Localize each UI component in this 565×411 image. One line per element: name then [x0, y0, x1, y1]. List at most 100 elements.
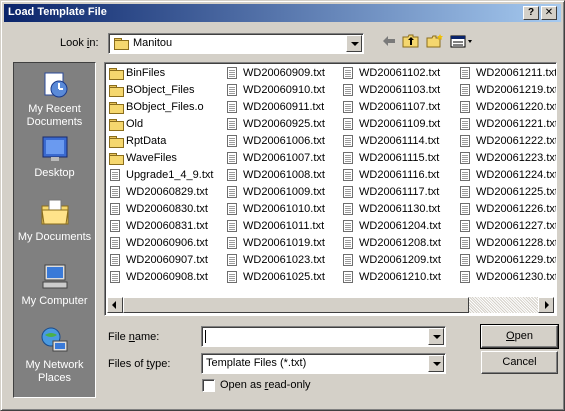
- list-item[interactable]: WD20060909.txt: [225, 65, 343, 82]
- list-item[interactable]: WD20061114.txt: [341, 133, 459, 150]
- list-item[interactable]: WD20061210.txt: [341, 269, 459, 286]
- file-name: WD20061210.txt: [359, 271, 441, 283]
- list-item[interactable]: WD20060911.txt: [225, 99, 343, 116]
- list-item[interactable]: WD20061222.txt: [458, 133, 556, 150]
- list-item[interactable]: BObject_Files: [108, 82, 226, 99]
- back-icon[interactable]: [379, 34, 399, 52]
- list-item[interactable]: WD20061023.txt: [225, 252, 343, 269]
- list-item[interactable]: WD20061226.txt: [458, 201, 556, 218]
- list-item[interactable]: WD20061209.txt: [341, 252, 459, 269]
- list-item[interactable]: WD20061019.txt: [225, 235, 343, 252]
- list-item[interactable]: WD20061230.txt: [458, 269, 557, 286]
- place-my-network-places[interactable]: My Network Places: [14, 325, 95, 385]
- list-item[interactable]: WD20060907.txt: [108, 252, 226, 269]
- list-item[interactable]: WD20060910.txt: [225, 82, 343, 99]
- list-item[interactable]: WD20061007.txt: [225, 150, 343, 167]
- scroll-left-button[interactable]: [107, 297, 123, 313]
- places-bar: My Recent Documents Desktop My Documents: [13, 62, 96, 398]
- file-name-combobox[interactable]: [201, 326, 446, 347]
- close-button[interactable]: ✕: [541, 6, 557, 20]
- scroll-right-button[interactable]: [538, 297, 554, 313]
- file-list[interactable]: BinFiles BObject_Files BObject_Files.o Old R…: [104, 62, 557, 316]
- view-menu-icon[interactable]: [449, 34, 475, 52]
- list-item[interactable]: WD20061225.txt: [458, 184, 556, 201]
- file-name: BinFiles: [126, 67, 166, 79]
- list-item[interactable]: WD20061025.txt: [225, 269, 343, 286]
- place-my-documents[interactable]: My Documents: [14, 197, 95, 244]
- file-name: WD20061009.txt: [243, 186, 325, 198]
- list-item[interactable]: WD20060829.txt: [108, 184, 226, 201]
- list-item[interactable]: WD20061221.txt: [458, 116, 556, 133]
- file-name: WD20061115.txt: [359, 152, 440, 164]
- folder-icon: [114, 38, 129, 50]
- list-item[interactable]: WD20061006.txt: [225, 133, 343, 150]
- place-my-recent-documents[interactable]: My Recent Documents: [14, 69, 95, 129]
- list-item[interactable]: WD20061102.txt: [341, 65, 459, 82]
- list-item[interactable]: WD20060830.txt: [108, 201, 226, 218]
- list-item[interactable]: WD20060831.txt: [108, 218, 226, 235]
- list-item[interactable]: WD20060906.txt: [108, 235, 226, 252]
- list-item[interactable]: WD20061116.txt: [341, 167, 459, 184]
- list-item[interactable]: RptData: [108, 133, 226, 150]
- up-one-level-icon[interactable]: [401, 34, 421, 52]
- files-of-type-combobox[interactable]: Template Files (*.txt): [201, 353, 446, 374]
- list-item[interactable]: WD20061227.txt: [458, 218, 557, 235]
- list-item[interactable]: WD20061204.txt: [341, 218, 459, 235]
- scroll-thumb[interactable]: [123, 297, 469, 313]
- list-item[interactable]: WD20061223.txt: [458, 150, 556, 167]
- list-item[interactable]: WD20061107.txt: [341, 99, 459, 116]
- text-file-icon: [110, 271, 120, 283]
- text-file-icon: [460, 152, 470, 164]
- cancel-button[interactable]: Cancel: [481, 351, 558, 374]
- list-item[interactable]: WD20061115.txt: [341, 150, 459, 167]
- place-desktop[interactable]: Desktop: [14, 133, 95, 180]
- file-name: WD20061227.txt: [476, 220, 557, 232]
- file-name: WD20061023.txt: [243, 254, 325, 266]
- text-file-icon: [343, 169, 353, 181]
- list-item[interactable]: WD20061009.txt: [225, 184, 343, 201]
- list-item[interactable]: WD20060908.txt: [108, 269, 226, 286]
- text-file-icon: [227, 118, 237, 130]
- list-item[interactable]: WD20061220.txt: [458, 99, 556, 116]
- text-file-icon: [460, 118, 470, 130]
- list-item[interactable]: WD20061219.txt: [458, 82, 556, 99]
- horizontal-scrollbar[interactable]: [107, 297, 554, 313]
- list-item[interactable]: WD20061010.txt: [225, 201, 343, 218]
- list-item[interactable]: WD20061008.txt: [225, 167, 343, 184]
- look-in-combobox[interactable]: Manitou: [108, 33, 364, 54]
- list-item[interactable]: WD20061109.txt: [341, 116, 459, 133]
- file-name: WD20061130.txt: [359, 203, 441, 215]
- list-item[interactable]: WD20061224.txt: [458, 167, 556, 184]
- list-item[interactable]: WD20060925.txt: [225, 116, 343, 133]
- list-item[interactable]: WD20061103.txt: [341, 82, 459, 99]
- list-item[interactable]: WaveFiles: [108, 150, 226, 167]
- file-name: Upgrade1_4_9.txt: [126, 169, 214, 181]
- help-button[interactable]: ?: [523, 6, 539, 20]
- list-item[interactable]: Upgrade1_4_9.txt: [108, 167, 226, 184]
- title-bar[interactable]: Load Template File ? ✕: [4, 4, 561, 22]
- list-item[interactable]: WD20061117.txt: [341, 184, 459, 201]
- chevron-down-icon[interactable]: [346, 35, 362, 52]
- open-read-only-label[interactable]: Open as read-only: [220, 379, 311, 391]
- text-file-icon: [110, 186, 120, 198]
- file-name: WD20061116.txt: [359, 169, 440, 181]
- new-folder-icon[interactable]: [425, 34, 445, 52]
- list-item[interactable]: BObject_Files.o: [108, 99, 226, 116]
- recent-documents-icon: [44, 72, 67, 98]
- list-item[interactable]: WD20061130.txt: [341, 201, 459, 218]
- chevron-down-icon[interactable]: [428, 328, 444, 345]
- list-item[interactable]: WD20061229.txt: [458, 252, 556, 269]
- list-item[interactable]: Old: [108, 116, 226, 133]
- list-item[interactable]: WD20061011.txt: [225, 218, 343, 235]
- chevron-down-icon[interactable]: [428, 355, 444, 372]
- list-item[interactable]: BinFiles: [108, 65, 226, 82]
- list-item[interactable]: WD20061228.txt: [458, 235, 556, 252]
- place-my-computer[interactable]: My Computer: [14, 261, 95, 308]
- folder-icon: [109, 153, 124, 165]
- list-item[interactable]: WD20061208.txt: [341, 235, 459, 252]
- open-button[interactable]: Open: [480, 324, 559, 349]
- list-item[interactable]: WD20061211.txt: [458, 65, 556, 82]
- file-name: WD20061230.txt: [476, 271, 557, 283]
- file-name: WD20061025.txt: [243, 271, 325, 283]
- open-read-only-checkbox[interactable]: [202, 379, 215, 392]
